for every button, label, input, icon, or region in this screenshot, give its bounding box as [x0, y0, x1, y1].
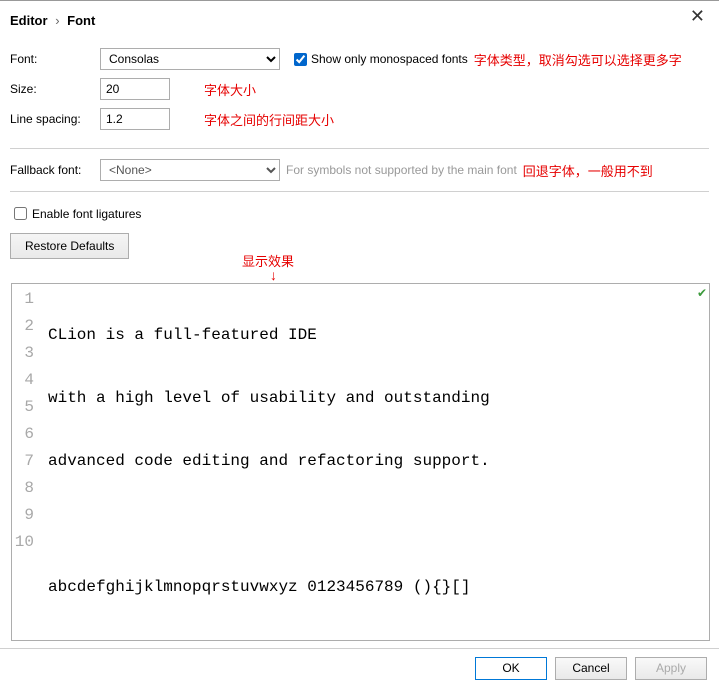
code-line: with a high level of usability and outst… [48, 385, 693, 412]
line-spacing-input[interactable] [100, 108, 170, 130]
arrow-down-icon: ↓ [270, 267, 277, 283]
line-number: 9 [12, 502, 38, 529]
breadcrumb-font: Font [67, 13, 95, 28]
breadcrumb-editor[interactable]: Editor [10, 13, 48, 28]
dialog-buttons: OK Cancel Apply [0, 648, 719, 687]
fallback-hint: For symbols not supported by the main fo… [286, 163, 517, 177]
size-input[interactable] [100, 78, 170, 100]
line-spacing-label: Line spacing: [10, 112, 100, 126]
font-select[interactable]: Consolas [100, 48, 280, 70]
code-line: CLion is a full-featured IDE [48, 322, 693, 349]
code-area[interactable]: CLion is a full-featured IDE with a high… [48, 284, 693, 640]
gutter: 1 2 3 4 5 6 7 8 9 10 [12, 284, 38, 640]
code-line [48, 511, 693, 538]
restore-defaults-button[interactable]: Restore Defaults [10, 233, 129, 259]
line-number: 5 [12, 394, 38, 421]
code-line: ABCDEFGHIJKLMNOPQRSTUVWXYZ +-*/= .,;:!? … [48, 637, 693, 640]
annotation-preview: 显示效果 [242, 251, 294, 270]
annotation-size: 字体大小 [204, 80, 256, 99]
ligatures-label: Enable font ligatures [32, 207, 141, 221]
breadcrumb: Editor › Font [0, 1, 719, 36]
font-row: Font: Consolas Show only monospaced font… [10, 44, 709, 74]
chevron-right-icon: › [55, 13, 59, 28]
ok-button[interactable]: OK [475, 657, 547, 680]
line-number: 10 [12, 529, 38, 556]
settings-body: Font: Consolas Show only monospaced font… [0, 36, 719, 259]
ligature-row: Enable font ligatures [10, 192, 709, 233]
line-number: 7 [12, 448, 38, 475]
annotation-font-type: 字体类型，取消勾选可以选择更多字 [474, 50, 682, 69]
size-label: Size: [10, 82, 100, 96]
code-line: abcdefghijklmnopqrstuvwxyz 0123456789 ()… [48, 574, 693, 601]
line-number: 8 [12, 475, 38, 502]
line-number: 2 [12, 313, 38, 340]
font-preview: ✔ 1 2 3 4 5 6 7 8 9 10 CLion is a full-f… [11, 283, 710, 641]
close-icon[interactable]: ✕ [690, 6, 705, 27]
line-number: 4 [12, 367, 38, 394]
line-number: 3 [12, 340, 38, 367]
cancel-button[interactable]: Cancel [555, 657, 627, 680]
apply-button[interactable]: Apply [635, 657, 707, 680]
fallback-select[interactable]: <None> [100, 159, 280, 181]
ligatures-checkbox-input[interactable] [14, 207, 27, 220]
check-icon: ✔ [697, 286, 707, 300]
line-number: 6 [12, 421, 38, 448]
monospaced-label: Show only monospaced fonts [311, 52, 468, 66]
fallback-row: Fallback font: <None> For symbols not su… [10, 148, 709, 192]
annotation-line-spacing: 字体之间的行间距大小 [204, 110, 334, 129]
size-row: Size: 字体大小 [10, 74, 709, 104]
code-line: advanced code editing and refactoring su… [48, 448, 693, 475]
line-spacing-row: Line spacing: 字体之间的行间距大小 [10, 104, 709, 134]
font-label: Font: [10, 52, 100, 66]
annotation-fallback: 回退字体，一般用不到 [523, 161, 653, 180]
fallback-label: Fallback font: [10, 163, 100, 177]
ligatures-checkbox[interactable]: Enable font ligatures [10, 204, 141, 223]
monospaced-checkbox[interactable]: Show only monospaced fonts [290, 50, 468, 69]
monospaced-checkbox-input[interactable] [294, 53, 307, 66]
line-number: 1 [12, 286, 38, 313]
font-settings-dialog: ✕ Editor › Font Font: Consolas Show only… [0, 0, 719, 687]
